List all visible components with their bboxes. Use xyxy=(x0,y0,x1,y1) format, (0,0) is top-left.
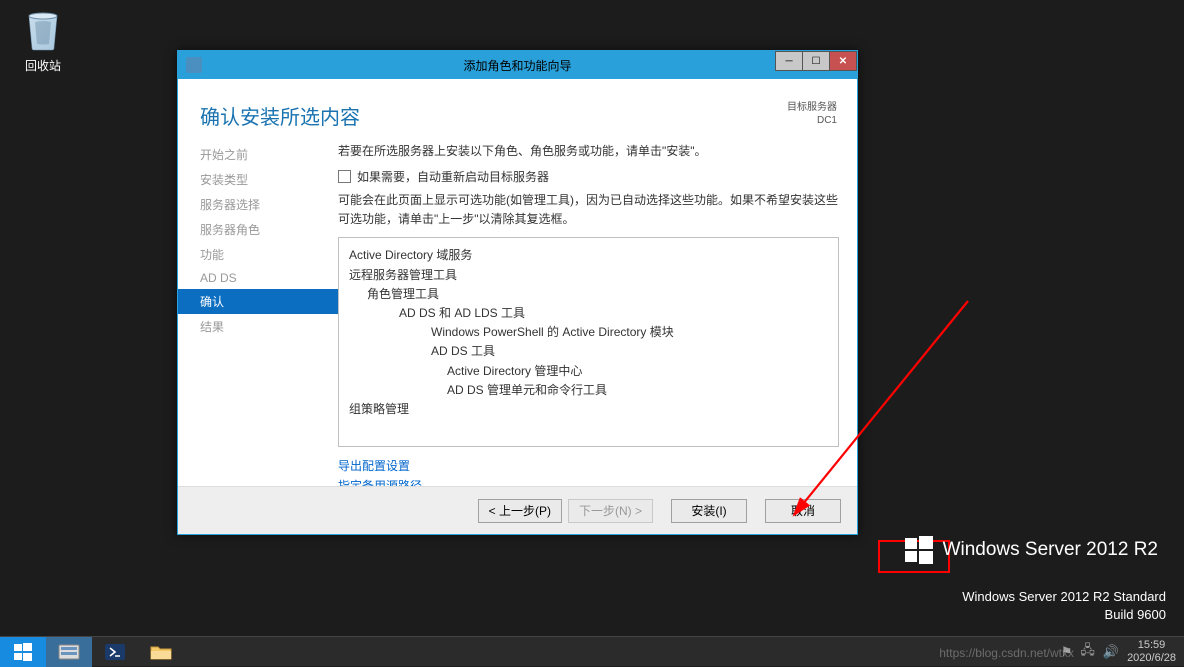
taskbar-server-manager[interactable] xyxy=(46,637,92,667)
os-brand-name: Windows Server 2012 R2 xyxy=(943,539,1158,561)
titlebar[interactable]: 添加角色和功能向导 ─ ☐ ✕ xyxy=(178,51,857,79)
wizard-steps-sidebar: 开始之前 安装类型 服务器选择 服务器角色 功能 AD DS 确认 结果 xyxy=(178,140,338,486)
windows-logo-icon xyxy=(905,536,933,564)
window-icon xyxy=(186,57,202,73)
sidebar-item-results: 结果 xyxy=(178,314,338,339)
feature-item: 组策略管理 xyxy=(349,400,828,419)
sidebar-item-confirmation[interactable]: 确认 xyxy=(178,289,338,314)
feature-item: Active Directory 域服务 xyxy=(349,246,828,265)
auto-restart-checkbox[interactable] xyxy=(338,170,351,183)
clock-time: 15:59 xyxy=(1127,639,1176,652)
target-server-label: 目标服务器 xyxy=(787,101,837,114)
sidebar-item-ad-ds[interactable]: AD DS xyxy=(178,267,338,289)
feature-item: Active Directory 管理中心 xyxy=(349,362,828,381)
window-controls: ─ ☐ ✕ xyxy=(776,51,857,73)
alternate-source-link[interactable]: 指定备用源路径 xyxy=(338,477,839,486)
feature-item: 角色管理工具 xyxy=(349,285,828,304)
taskbar-file-explorer[interactable] xyxy=(138,637,184,667)
next-button: 下一步(N) > xyxy=(568,499,653,523)
os-brand: Windows Server 2012 R2 xyxy=(905,536,1158,564)
build-info: Windows Server 2012 R2 Standard Build 96… xyxy=(962,588,1166,624)
tray-network-icon[interactable]: 🖧 xyxy=(1080,641,1095,663)
powershell-icon xyxy=(103,642,127,662)
recycle-bin-icon xyxy=(23,8,63,52)
content-area: 若要在所选服务器上安装以下角色、角色服务或功能，请单击"安装"。 如果需要，自动… xyxy=(338,140,857,486)
target-server-value: DC1 xyxy=(787,114,837,127)
wizard-footer: < 上一步(P) 下一步(N) > 安装(I) 取消 xyxy=(178,486,857,534)
recycle-bin[interactable]: 回收站 xyxy=(18,8,68,74)
feature-item: AD DS 工具 xyxy=(349,342,828,361)
sidebar-item-features[interactable]: 功能 xyxy=(178,242,338,267)
sidebar-item-before-you-begin[interactable]: 开始之前 xyxy=(178,142,338,167)
start-button[interactable] xyxy=(0,637,46,667)
recycle-bin-label: 回收站 xyxy=(18,57,68,74)
export-config-link[interactable]: 导出配置设置 xyxy=(338,457,839,476)
sidebar-item-installation-type[interactable]: 安装类型 xyxy=(178,167,338,192)
edition-text: Windows Server 2012 R2 Standard xyxy=(962,588,1166,606)
build-text: Build 9600 xyxy=(962,606,1166,624)
clock-date: 2020/6/28 xyxy=(1127,652,1176,665)
intro-text: 若要在所选服务器上安装以下角色、角色服务或功能，请单击"安装"。 xyxy=(338,142,839,160)
server-manager-icon xyxy=(57,642,81,662)
cancel-button[interactable]: 取消 xyxy=(765,499,841,523)
feature-item: AD DS 管理单元和命令行工具 xyxy=(349,381,828,400)
maximize-button[interactable]: ☐ xyxy=(802,51,830,71)
auto-restart-label: 如果需要，自动重新启动目标服务器 xyxy=(357,168,549,185)
taskbar-clock[interactable]: 15:59 2020/6/28 xyxy=(1127,639,1176,664)
taskbar-powershell[interactable] xyxy=(92,637,138,667)
target-server-info: 目标服务器 DC1 xyxy=(787,101,837,127)
features-list-box[interactable]: Active Directory 域服务 远程服务器管理工具 角色管理工具 AD… xyxy=(338,237,839,447)
previous-button[interactable]: < 上一步(P) xyxy=(478,499,562,523)
install-button[interactable]: 安装(I) xyxy=(671,499,747,523)
folder-icon xyxy=(149,642,173,662)
sidebar-item-server-roles[interactable]: 服务器角色 xyxy=(178,217,338,242)
feature-item: Windows PowerShell 的 Active Directory 模块 xyxy=(349,323,828,342)
page-title: 确认安装所选内容 xyxy=(200,101,360,130)
source-watermark: https://blog.csdn.net/wtxx xyxy=(939,646,1074,660)
close-button[interactable]: ✕ xyxy=(829,51,857,71)
system-tray[interactable]: ⚑ 🖧 🔊 15:59 2020/6/28 xyxy=(1061,639,1184,664)
wizard-window: 添加角色和功能向导 ─ ☐ ✕ 确认安装所选内容 目标服务器 DC1 开始之前 … xyxy=(177,50,858,535)
feature-item: AD DS 和 AD LDS 工具 xyxy=(349,304,828,323)
minimize-button[interactable]: ─ xyxy=(775,51,803,71)
start-icon xyxy=(14,643,32,661)
sidebar-item-server-selection[interactable]: 服务器选择 xyxy=(178,192,338,217)
explanation-text: 可能会在此页面上显示可选功能(如管理工具)，因为已自动选择这些功能。如果不希望安… xyxy=(338,191,839,229)
feature-item: 远程服务器管理工具 xyxy=(349,266,828,285)
tray-volume-icon[interactable]: 🔊 xyxy=(1103,644,1119,660)
auto-restart-row[interactable]: 如果需要，自动重新启动目标服务器 xyxy=(338,168,839,185)
window-title: 添加角色和功能向导 xyxy=(463,57,571,74)
